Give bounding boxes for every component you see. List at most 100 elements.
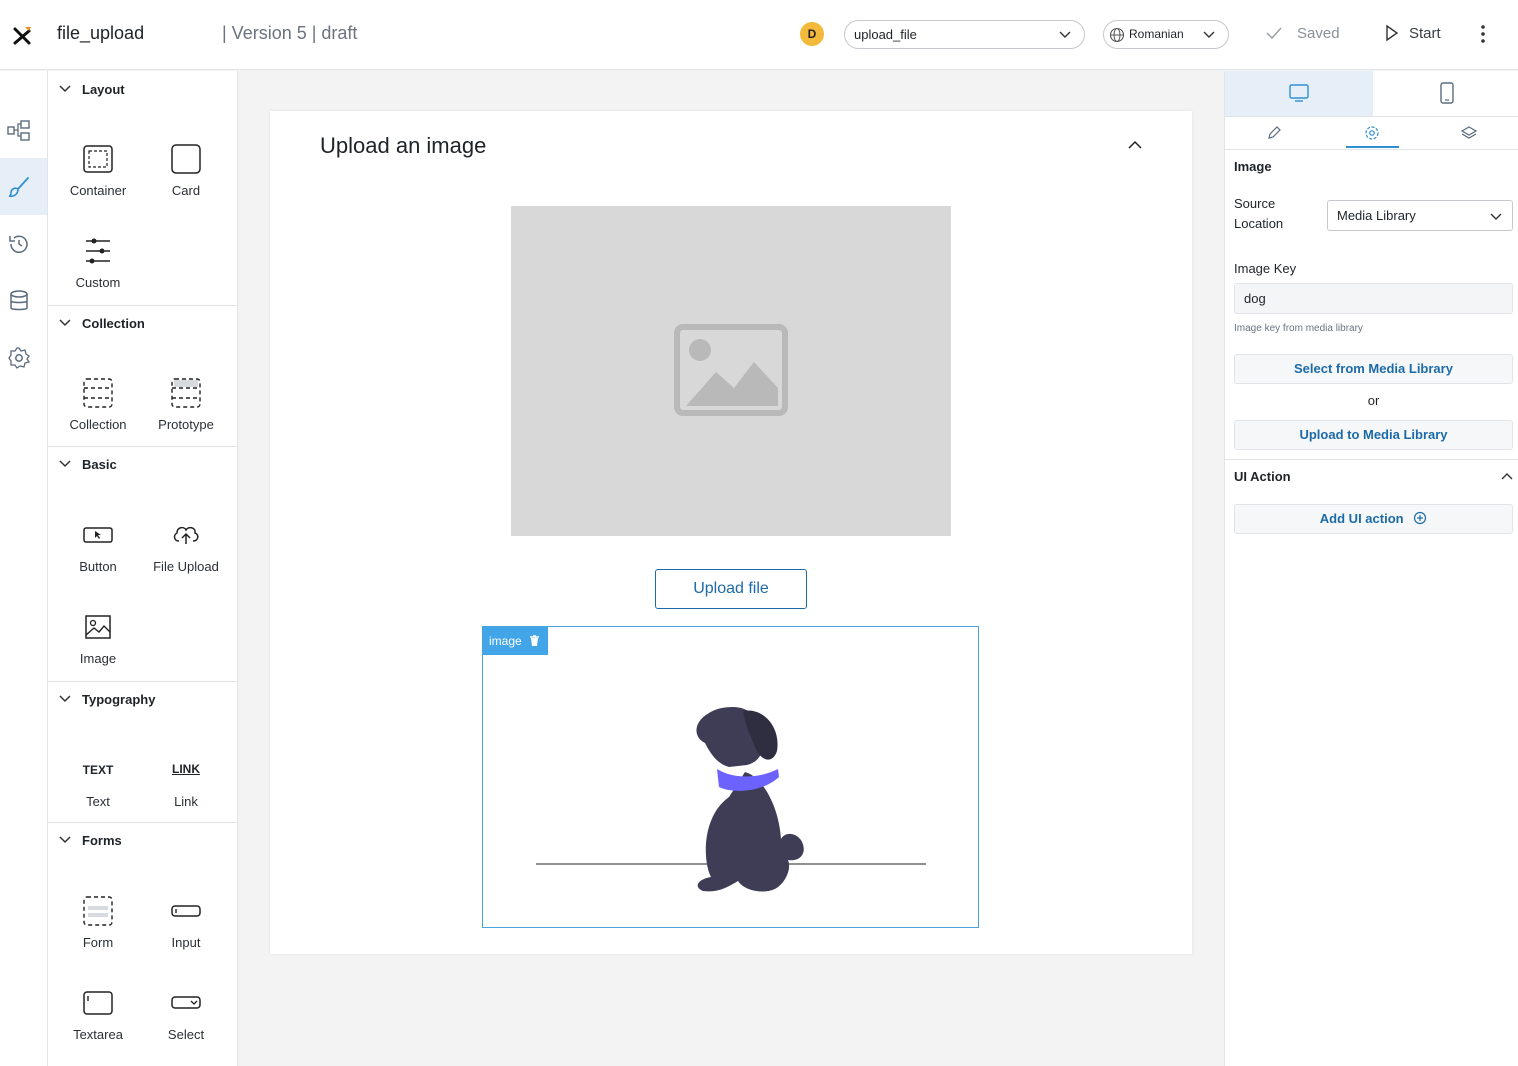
palette-item-label: Link — [174, 794, 198, 809]
palette-item-form[interactable]: Form — [54, 895, 142, 965]
image-placeholder[interactable] — [511, 206, 951, 536]
chevron-down-icon — [59, 695, 71, 703]
divider — [1225, 149, 1518, 150]
image-key-hint: Image key from media library — [1234, 323, 1363, 334]
palette-item-label: Form — [82, 935, 114, 950]
process-select-value: upload_file — [854, 27, 917, 42]
palette-item-prototype[interactable]: Prototype — [142, 377, 230, 447]
section-typography-header[interactable]: Typography — [48, 681, 237, 717]
section-forms-header[interactable]: Forms — [48, 822, 237, 858]
image-key-label: Image Key — [1234, 261, 1297, 276]
gear-icon — [1365, 126, 1379, 140]
history-icon — [9, 235, 28, 253]
flow-diagram-icon — [7, 120, 30, 141]
palette-item-textarea[interactable]: Textarea — [54, 987, 142, 1057]
add-ui-action-button[interactable]: Add UI action — [1234, 504, 1513, 534]
chevron-down-icon — [1490, 213, 1502, 220]
chevron-down-icon — [59, 319, 71, 327]
source-location-select[interactable]: Media Library — [1327, 200, 1513, 231]
palette-item-custom[interactable]: Custom — [54, 235, 142, 305]
palette-item-text[interactable]: TEXT Text — [54, 754, 142, 824]
app-logo-icon[interactable] — [12, 24, 32, 46]
upload-file-button[interactable]: Upload file — [655, 569, 807, 609]
palette-item-file-upload[interactable]: File Upload — [142, 519, 230, 589]
palette-item-input[interactable]: Input — [142, 895, 230, 965]
prototype-icon — [171, 378, 201, 408]
section-collection-header[interactable]: Collection — [48, 305, 237, 341]
chevron-up-icon[interactable] — [1127, 139, 1143, 151]
top-bar: file_upload | Version 5 | draft D upload… — [0, 0, 1518, 70]
palette-item-label: Card — [171, 183, 201, 198]
palette-item-image[interactable]: Image — [54, 611, 142, 681]
canvas-card[interactable]: Upload an image Upload file image — [270, 111, 1192, 954]
selected-image-component[interactable]: image — [482, 626, 979, 928]
chevron-up-icon[interactable] — [1501, 472, 1513, 482]
mobile-icon — [1440, 82, 1454, 104]
image-component-tag[interactable]: image — [483, 627, 548, 655]
tab-desktop[interactable] — [1225, 71, 1373, 116]
chevron-down-icon — [1059, 31, 1071, 38]
palette-item-link[interactable]: LINK Link — [142, 754, 230, 824]
chevron-down-icon — [1203, 31, 1215, 38]
input-icon — [171, 905, 201, 917]
chevron-down-icon — [59, 836, 71, 844]
palette-item-label: Button — [79, 559, 117, 574]
desktop-icon — [1289, 84, 1309, 102]
image-key-input[interactable]: dog — [1234, 283, 1513, 314]
more-menu-icon[interactable] — [1474, 23, 1492, 45]
tab-mobile[interactable] — [1373, 71, 1518, 116]
palette-item-label: Collection — [69, 417, 127, 432]
database-icon — [10, 290, 28, 311]
palette-item-select[interactable]: Select — [142, 987, 230, 1057]
select-icon — [171, 996, 201, 1009]
rail-item-settings[interactable] — [0, 329, 47, 386]
chevron-down-icon — [59, 85, 71, 93]
palette-item-container[interactable]: Container — [54, 143, 142, 213]
dog-illustration — [536, 707, 926, 892]
ui-action-title[interactable]: UI Action — [1234, 469, 1291, 484]
palette-item-label: Input — [171, 935, 201, 950]
add-ui-action-label: Add UI action — [1319, 511, 1404, 526]
check-icon — [1266, 27, 1282, 40]
layers-icon — [1461, 126, 1477, 139]
trash-icon[interactable] — [529, 635, 540, 647]
language-select[interactable]: Romanian — [1103, 20, 1229, 49]
upload-to-media-library-button[interactable]: Upload to Media Library — [1234, 420, 1513, 450]
tab-layers[interactable] — [1421, 117, 1518, 148]
rail-item-ui-designer[interactable] — [0, 158, 47, 215]
component-palette: Layout Container Card Custom Collection … — [48, 71, 238, 1066]
chevron-down-icon — [59, 460, 71, 468]
link-icon: LINK — [172, 762, 200, 776]
palette-item-collection[interactable]: Collection — [54, 377, 142, 447]
start-label: Start — [1409, 25, 1441, 42]
button-icon — [83, 527, 113, 543]
sliders-icon — [86, 238, 110, 264]
section-title: Layout — [82, 82, 125, 97]
process-select[interactable]: upload_file — [844, 20, 1085, 49]
version-label: | Version 5 | draft — [222, 23, 358, 43]
tab-edit[interactable] — [1226, 117, 1323, 148]
rail-item-flow[interactable] — [0, 102, 47, 159]
palette-item-label: Textarea — [73, 1027, 123, 1042]
rail-item-history[interactable] — [0, 215, 47, 272]
or-text: or — [1367, 393, 1380, 408]
section-title: Forms — [82, 833, 122, 848]
section-title: Typography — [82, 692, 156, 707]
form-icon — [83, 896, 113, 926]
image-icon — [85, 615, 111, 639]
collection-icon — [83, 378, 113, 408]
rail-item-data-model[interactable] — [0, 272, 47, 329]
textarea-icon — [83, 991, 113, 1015]
palette-item-card[interactable]: Card — [142, 143, 230, 213]
language-select-value: Romanian — [1129, 27, 1184, 41]
section-basic-header[interactable]: Basic — [48, 446, 237, 482]
section-layout-header[interactable]: Layout — [48, 71, 237, 107]
pencil-icon — [1268, 126, 1281, 139]
properties-panel: Image Source Location Media Library Imag… — [1224, 71, 1518, 1066]
avatar[interactable]: D — [800, 22, 824, 46]
tab-settings[interactable] — [1346, 117, 1399, 148]
palette-item-label: Prototype — [158, 417, 214, 432]
app-name[interactable]: file_upload — [57, 23, 144, 44]
select-from-media-library-button[interactable]: Select from Media Library — [1234, 354, 1513, 384]
palette-item-button[interactable]: Button — [54, 519, 142, 589]
